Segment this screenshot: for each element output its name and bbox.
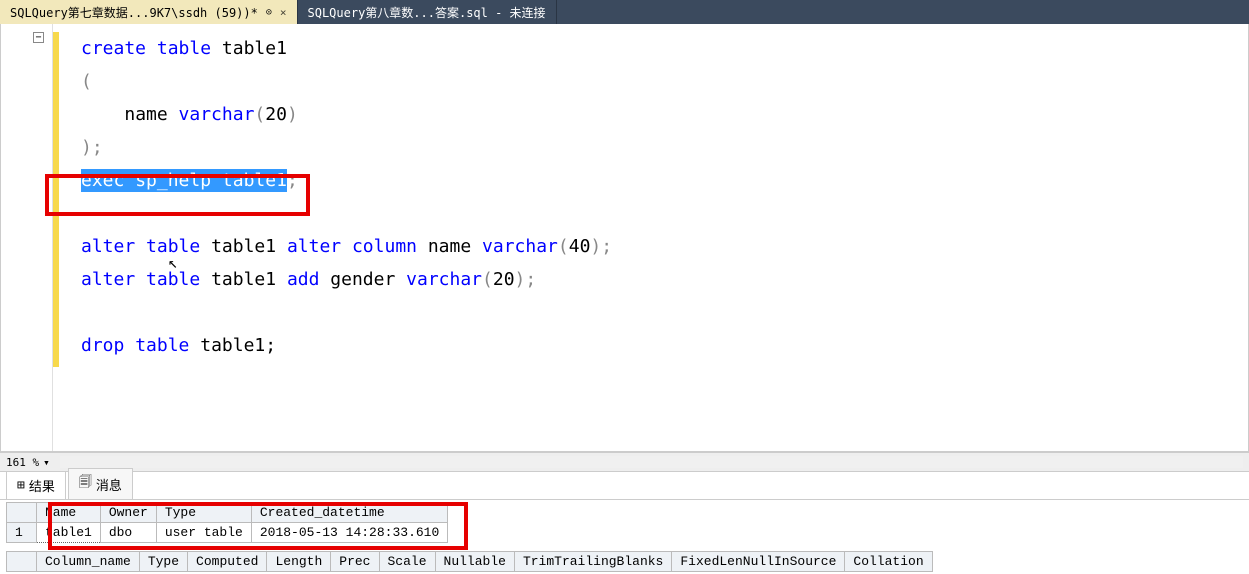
tab-label: SQLQuery第七章数据...9K7\ssdh (59))*	[10, 4, 258, 21]
code-line-1: create table table1	[81, 32, 612, 65]
row-number[interactable]: 1	[7, 523, 37, 543]
code-line-2: (	[81, 65, 612, 98]
results-label: 结果	[29, 476, 55, 495]
code-line-8: drop table table1;	[81, 329, 612, 362]
results-grid-1[interactable]: Name Owner Type Created_datetime 1 table…	[6, 502, 448, 543]
col-name[interactable]: Name	[37, 503, 101, 523]
col-prec[interactable]: Prec	[331, 552, 379, 572]
code-line-3: name varchar(20)	[81, 98, 612, 131]
grid-icon: ⊞	[17, 478, 25, 493]
code-editor[interactable]: − create table table1 ( name varchar(20)…	[0, 24, 1249, 452]
results-grid-panel: Name Owner Type Created_datetime 1 table…	[0, 500, 1249, 574]
results-tabs: ⊞ 结果 🗐 消息	[0, 472, 1249, 500]
code-line-blank-1	[81, 197, 612, 230]
zoom-dropdown-icon[interactable]: ▾	[43, 456, 50, 469]
tab-messages[interactable]: 🗐 消息	[68, 468, 133, 499]
grid1-header-row: Name Owner Type Created_datetime	[7, 503, 448, 523]
cell-owner[interactable]: dbo	[100, 523, 156, 543]
grid2-header-row: Column_name Type Computed Length Prec Sc…	[7, 552, 933, 572]
tab-results[interactable]: ⊞ 结果	[6, 471, 66, 499]
cell-created[interactable]: 2018-05-13 14:28:33.610	[251, 523, 447, 543]
gutter	[1, 24, 53, 451]
row-header-blank2	[7, 552, 37, 572]
row-header-blank	[7, 503, 37, 523]
results-grid-2[interactable]: Column_name Type Computed Length Prec Sc…	[6, 551, 933, 572]
tab-label: SQLQuery第八章数...答案.sql - 未连接	[308, 4, 546, 21]
collapse-icon[interactable]: −	[33, 32, 44, 43]
grid1-row-1: 1 table1 dbo user table 2018-05-13 14:28…	[7, 523, 448, 543]
col-nullable[interactable]: Nullable	[435, 552, 514, 572]
pin-icon[interactable]: ⊙	[266, 7, 272, 18]
col-type[interactable]: Type	[156, 503, 251, 523]
col-created[interactable]: Created_datetime	[251, 503, 447, 523]
zoom-bar: 161 % ▾	[0, 452, 1249, 472]
document-tabs-bar: SQLQuery第七章数据...9K7\ssdh (59))* ⊙ × SQLQ…	[0, 0, 1249, 24]
messages-icon: 🗐	[79, 473, 92, 495]
code-content[interactable]: − create table table1 ( name varchar(20)…	[53, 24, 612, 451]
zoom-value: 161 %	[6, 456, 39, 469]
tab-sqlquery7[interactable]: SQLQuery第七章数据...9K7\ssdh (59))* ⊙ ×	[0, 0, 298, 24]
col-fixed[interactable]: FixedLenNullInSource	[672, 552, 845, 572]
horizontal-scrollbar[interactable]	[60, 456, 1243, 468]
col-computed[interactable]: Computed	[188, 552, 267, 572]
close-icon[interactable]: ×	[280, 6, 287, 19]
tab-sqlquery8[interactable]: SQLQuery第八章数...答案.sql - 未连接	[298, 0, 557, 24]
col-column-name[interactable]: Column_name	[37, 552, 140, 572]
code-line-blank-2	[81, 296, 612, 329]
col-scale[interactable]: Scale	[379, 552, 435, 572]
col-type2[interactable]: Type	[139, 552, 187, 572]
col-trim[interactable]: TrimTrailingBlanks	[514, 552, 671, 572]
code-line-5: exec sp_help table1;	[81, 164, 612, 197]
col-collation[interactable]: Collation	[845, 552, 932, 572]
col-owner[interactable]: Owner	[100, 503, 156, 523]
code-line-4: );	[81, 131, 612, 164]
messages-label: 消息	[96, 475, 122, 494]
code-line-7: alter table table1 add gender varchar(20…	[81, 263, 612, 296]
code-line-6: alter table table1 alter column name var…	[81, 230, 612, 263]
cell-name[interactable]: table1	[37, 523, 101, 543]
cell-type[interactable]: user table	[156, 523, 251, 543]
col-length[interactable]: Length	[267, 552, 331, 572]
